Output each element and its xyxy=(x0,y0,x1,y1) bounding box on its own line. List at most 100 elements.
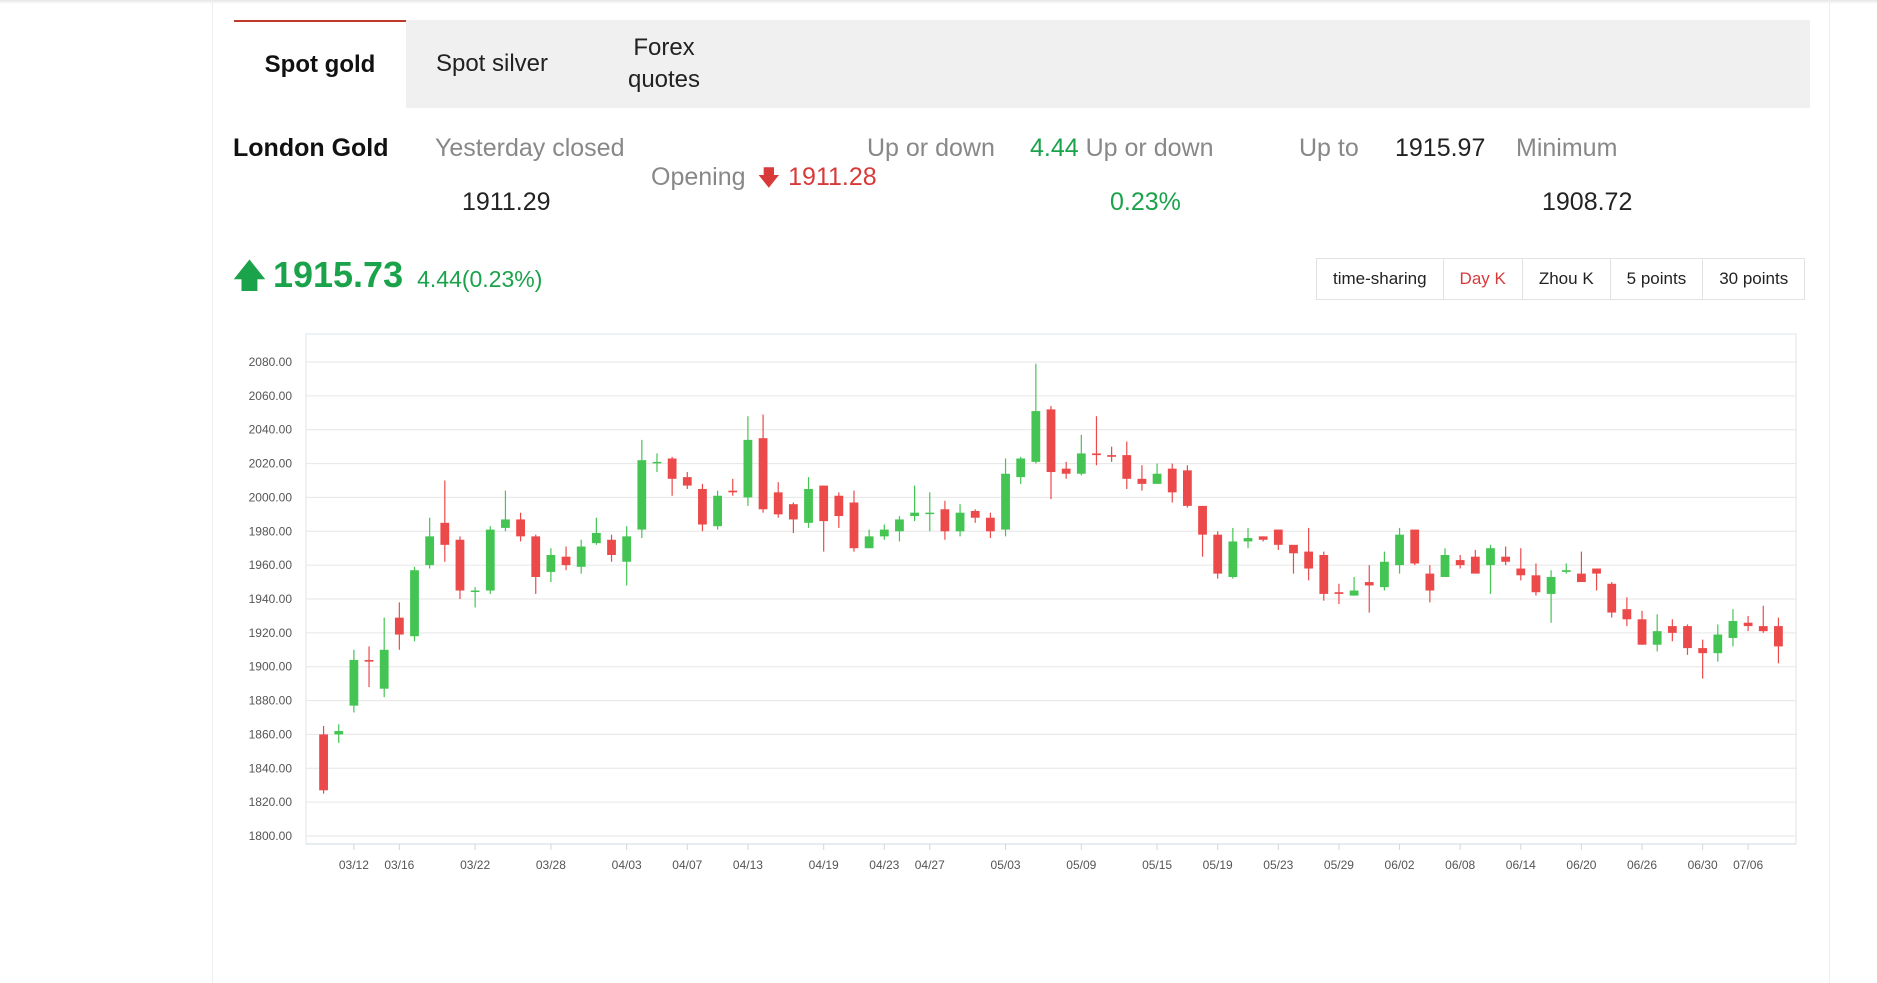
candle-body[interactable] xyxy=(1046,409,1056,473)
candle-body[interactable] xyxy=(773,492,783,515)
candle-body[interactable] xyxy=(1667,626,1677,633)
candle-body[interactable] xyxy=(1243,538,1253,542)
candle-body[interactable] xyxy=(1758,626,1768,632)
candle-body[interactable] xyxy=(501,519,510,528)
candle-body[interactable] xyxy=(1198,505,1207,535)
candle-body[interactable] xyxy=(1501,556,1511,562)
candle-body[interactable] xyxy=(910,512,920,517)
candle-body[interactable] xyxy=(728,490,738,493)
candle-body[interactable] xyxy=(1546,576,1556,594)
candle-body[interactable] xyxy=(1577,573,1586,583)
candle-body[interactable] xyxy=(394,617,404,635)
candle-body[interactable] xyxy=(1440,554,1450,577)
candle-body[interactable] xyxy=(1470,556,1480,574)
candle-body[interactable] xyxy=(470,590,480,593)
candle-body[interactable] xyxy=(895,519,904,532)
candle-body[interactable] xyxy=(1304,551,1314,569)
candle-body[interactable] xyxy=(667,458,677,479)
candle-body[interactable] xyxy=(1380,561,1389,588)
candle-body[interactable] xyxy=(1364,582,1374,586)
candle-body[interactable] xyxy=(1349,590,1359,596)
candle-body[interactable] xyxy=(1774,626,1783,647)
candle-body[interactable] xyxy=(879,529,889,537)
candle-body[interactable] xyxy=(1092,453,1101,456)
candle-body[interactable] xyxy=(1728,621,1738,638)
candle-body[interactable] xyxy=(425,536,435,566)
candle-body[interactable] xyxy=(379,649,389,689)
candle-body[interactable] xyxy=(1167,468,1177,493)
candle-body[interactable] xyxy=(864,536,874,549)
candle-body[interactable] xyxy=(925,512,935,515)
candle-body[interactable] xyxy=(1683,626,1692,649)
candle-body[interactable] xyxy=(485,529,495,591)
candle-body[interactable] xyxy=(713,495,722,527)
candle-body[interactable] xyxy=(849,502,859,549)
candle-body[interactable] xyxy=(1531,575,1541,593)
candle-body[interactable] xyxy=(1273,529,1283,545)
candle-body[interactable] xyxy=(940,509,950,532)
candle-body[interactable] xyxy=(319,734,328,791)
candle-body[interactable] xyxy=(1622,609,1632,620)
candle-body[interactable] xyxy=(1425,573,1435,591)
period-time-sharing[interactable]: time-sharing xyxy=(1317,259,1444,299)
candle-body[interactable] xyxy=(622,536,632,562)
candle-body[interactable] xyxy=(334,731,344,735)
candle-body[interactable] xyxy=(970,510,980,518)
candle-body[interactable] xyxy=(682,477,692,486)
candle-body[interactable] xyxy=(1061,468,1071,474)
candle-body[interactable] xyxy=(1592,568,1601,574)
candle-body[interactable] xyxy=(607,539,616,555)
tab-spot-silver[interactable]: Spot silver xyxy=(406,20,578,108)
candle-body[interactable] xyxy=(1486,548,1495,566)
candle-body[interactable] xyxy=(1561,570,1571,572)
candle-body[interactable] xyxy=(1228,541,1238,577)
candle-body[interactable] xyxy=(1152,473,1162,484)
candle-body[interactable] xyxy=(1031,411,1041,462)
candle-body[interactable] xyxy=(1743,622,1753,627)
kline-chart[interactable]: 2080.00 2060.00 2040.00 2020.00 2000.00 1980.… xyxy=(234,330,1804,890)
candle-body[interactable] xyxy=(546,554,556,572)
candle-body[interactable] xyxy=(758,438,768,510)
candle-body[interactable] xyxy=(1258,536,1268,540)
candle-body[interactable] xyxy=(1637,619,1647,645)
candle-body[interactable] xyxy=(349,659,359,706)
tab-forex-quotes[interactable]: Forex quotes xyxy=(578,20,750,108)
candle-body[interactable] xyxy=(804,488,813,523)
period-5-points[interactable]: 5 points xyxy=(1611,259,1704,299)
candle-body[interactable] xyxy=(637,460,647,530)
candle-body[interactable] xyxy=(1137,478,1147,484)
period-day-k[interactable]: Day K xyxy=(1444,259,1523,299)
candle-body[interactable] xyxy=(743,439,753,498)
candle-body[interactable] xyxy=(698,488,707,525)
candle-body[interactable] xyxy=(410,570,419,637)
candle-body[interactable] xyxy=(1607,583,1617,613)
period-zhou-k[interactable]: Zhou K xyxy=(1523,259,1611,299)
candle-body[interactable] xyxy=(364,659,374,662)
candle-body[interactable] xyxy=(1698,648,1708,654)
candle-body[interactable] xyxy=(834,495,844,517)
candle-body[interactable] xyxy=(455,539,465,591)
candle-body[interactable] xyxy=(1289,544,1298,554)
candle-body[interactable] xyxy=(1713,634,1723,654)
candle-body[interactable] xyxy=(1213,534,1223,574)
candle-body[interactable] xyxy=(591,532,601,544)
candle-body[interactable] xyxy=(1334,592,1344,594)
candle-body[interactable] xyxy=(1395,534,1404,566)
candle-body[interactable] xyxy=(1001,473,1010,530)
candle-body[interactable] xyxy=(1516,568,1526,576)
candle-body[interactable] xyxy=(561,556,571,566)
candle-body[interactable] xyxy=(1652,631,1662,645)
candle-body[interactable] xyxy=(652,461,662,464)
candle-body[interactable] xyxy=(1107,455,1117,457)
tab-spot-gold[interactable]: Spot gold xyxy=(234,20,406,108)
candle-body[interactable] xyxy=(1076,453,1086,474)
candle-body[interactable] xyxy=(576,546,586,567)
candle-body[interactable] xyxy=(1016,458,1026,478)
candle-body[interactable] xyxy=(1182,470,1192,506)
candle-body[interactable] xyxy=(1122,455,1132,479)
candle-body[interactable] xyxy=(788,504,798,520)
candle-body[interactable] xyxy=(531,536,541,577)
candle-body[interactable] xyxy=(1319,554,1329,594)
candle-body[interactable] xyxy=(985,517,995,532)
period-30-points[interactable]: 30 points xyxy=(1703,259,1804,299)
